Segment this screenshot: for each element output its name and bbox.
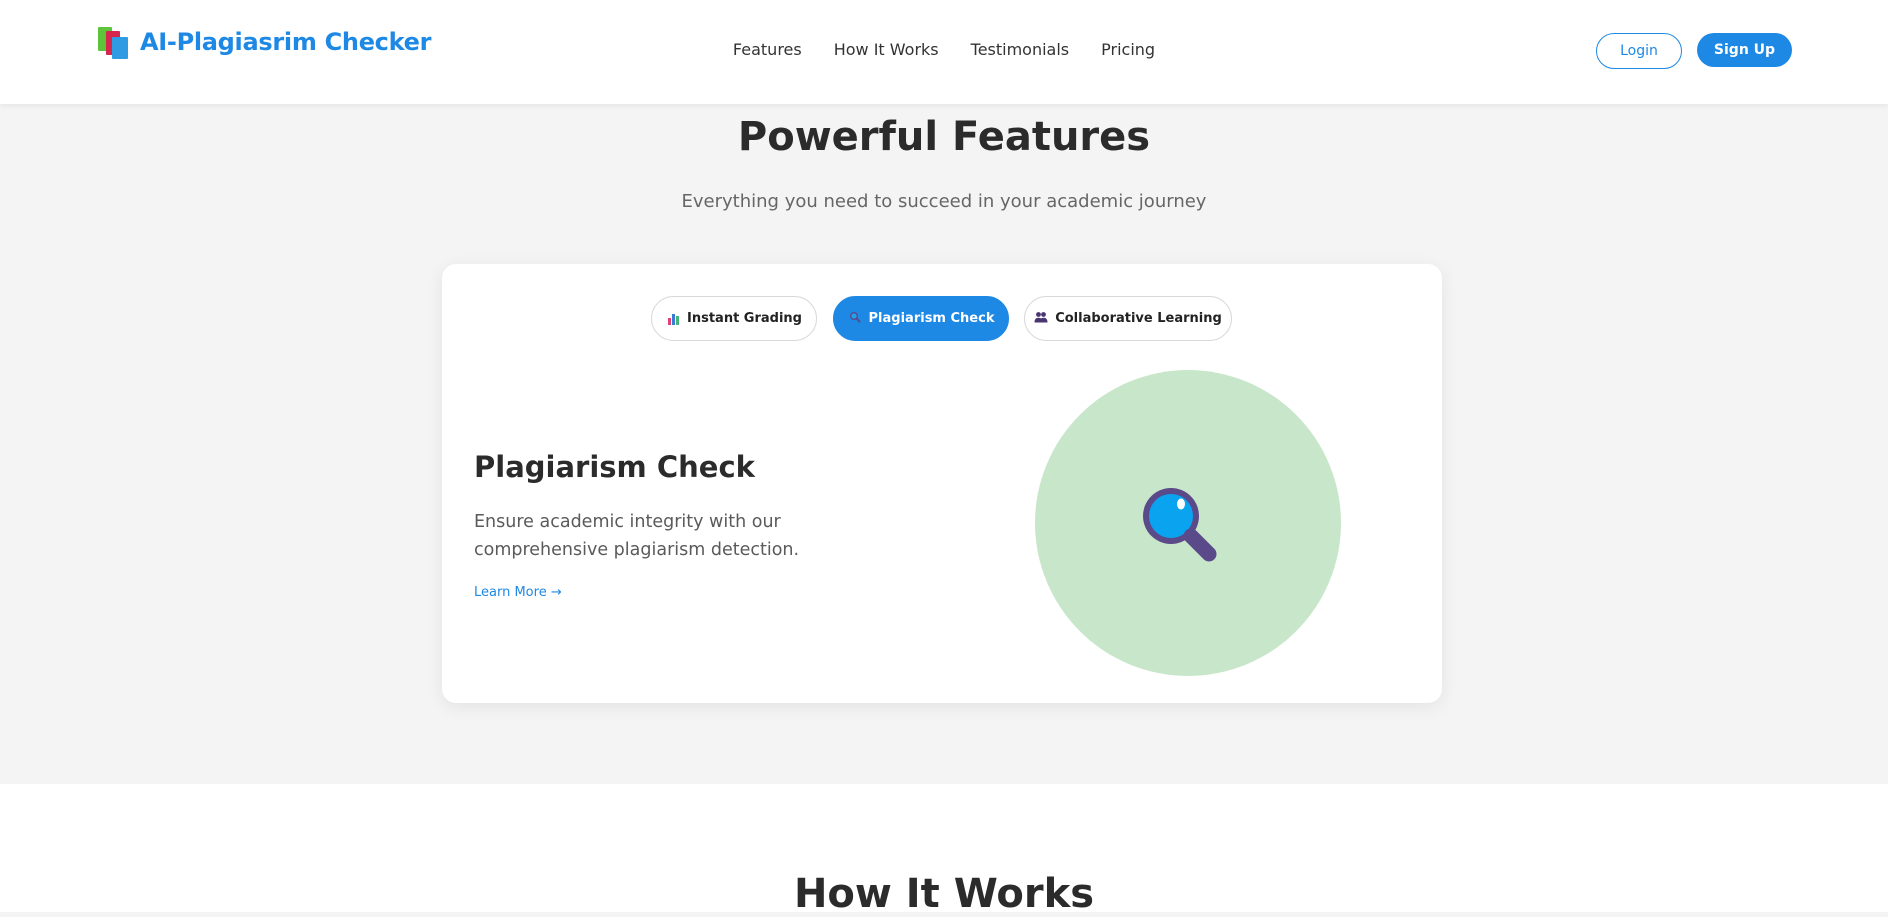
tab-label: Instant Grading bbox=[687, 311, 802, 326]
features-title: Powerful Features bbox=[737, 114, 1151, 160]
tab-collaborative-learning[interactable]: Collaborative Learning bbox=[1024, 296, 1232, 341]
tab-label: Plagiarism Check bbox=[868, 311, 995, 326]
nav-link-testimonials[interactable]: Testimonials bbox=[971, 40, 1070, 59]
signup-button[interactable]: Sign Up bbox=[1697, 33, 1792, 67]
brand-logo[interactable]: AI-Plagiasrim Checker bbox=[96, 24, 431, 60]
nav-link-how-it-works[interactable]: How It Works bbox=[834, 40, 939, 59]
features-subtitle: Everything you need to succeed in your a… bbox=[681, 191, 1207, 212]
books-icon bbox=[96, 25, 130, 59]
feature-illustration bbox=[1035, 370, 1341, 676]
nav-link-features[interactable]: Features bbox=[733, 40, 802, 59]
tab-plagiarism-check[interactable]: Plagiarism Check bbox=[833, 296, 1009, 341]
feature-heading: Plagiarism Check bbox=[474, 450, 755, 484]
site-header: AI-Plagiasrim Checker Features How It Wo… bbox=[0, 0, 1888, 104]
magnifier-icon bbox=[1143, 488, 1217, 562]
magnifier-icon bbox=[848, 311, 862, 326]
learn-more-link[interactable]: Learn More → bbox=[474, 585, 562, 600]
features-card: Instant Grading Plagiarism Check Collabo… bbox=[442, 264, 1442, 703]
people-icon bbox=[1034, 311, 1048, 326]
how-it-works-section: How It Works bbox=[0, 784, 1888, 917]
brand-name: AI-Plagiasrim Checker bbox=[140, 28, 432, 56]
tab-instant-grading[interactable]: Instant Grading bbox=[651, 296, 817, 341]
bar-chart-icon bbox=[666, 313, 680, 325]
feature-description: Ensure academic integrity with our compr… bbox=[474, 512, 800, 560]
nav-link-pricing[interactable]: Pricing bbox=[1101, 40, 1155, 59]
tab-label: Collaborative Learning bbox=[1055, 311, 1222, 326]
how-it-works-title: How It Works bbox=[793, 871, 1095, 917]
login-button[interactable]: Login bbox=[1596, 33, 1682, 69]
